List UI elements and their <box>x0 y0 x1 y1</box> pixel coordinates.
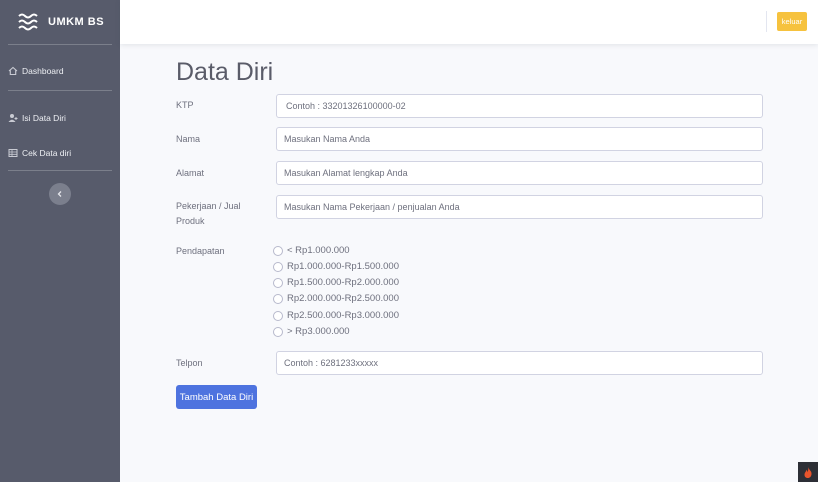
pekerjaan-label-line1: Pekerjaan / Jual <box>176 201 241 211</box>
pekerjaan-input[interactable]: Masukan Nama Pekerjaan / penjualan Anda <box>276 195 763 219</box>
pendapatan-option[interactable]: Rp1.500.000-Rp2.000.000 <box>273 277 399 288</box>
radio-button[interactable] <box>273 326 283 337</box>
sidebar-item-label: Dashboard <box>22 66 64 76</box>
radio-button[interactable] <box>273 261 283 272</box>
radio-label: > Rp3.000.000 <box>287 326 350 337</box>
pendapatan-option[interactable]: > Rp3.000.000 <box>273 326 350 337</box>
pendapatan-option[interactable]: Rp2.000.000-Rp2.500.000 <box>273 293 399 304</box>
alamat-input[interactable]: Masukan Alamat lengkap Anda <box>276 161 763 185</box>
pekerjaan-label-line2: Produk <box>176 216 205 226</box>
brand-name: UMKM BS <box>48 16 105 28</box>
sidebar-divider <box>8 170 112 171</box>
ktp-label: KTP <box>176 100 194 110</box>
home-icon <box>8 66 18 76</box>
chevron-left-icon <box>57 191 62 197</box>
page-title: Data Diri <box>176 58 274 86</box>
radio-button[interactable] <box>273 310 283 321</box>
brand[interactable]: UMKM BS <box>0 0 120 44</box>
pekerjaan-label: Pekerjaan / Jual Produk <box>176 199 241 229</box>
radio-button[interactable] <box>273 245 283 256</box>
radio-button[interactable] <box>273 277 283 288</box>
sidebar-toggle-button[interactable] <box>49 183 71 205</box>
waves-logo-icon <box>18 13 38 31</box>
sidebar: UMKM BS Dashboard Isi Data Diri Cek Data… <box>0 0 120 482</box>
pendapatan-label: Pendapatan <box>176 246 225 256</box>
pendapatan-option[interactable]: < Rp1.000.000 <box>273 245 350 256</box>
sidebar-item-label: Cek Data diri <box>22 148 72 158</box>
radio-button[interactable] <box>273 293 283 304</box>
sidebar-item-label: Isi Data Diri <box>22 113 66 123</box>
tambah-data-diri-button[interactable]: Tambah Data Diri <box>176 385 257 409</box>
alamat-label: Alamat <box>176 168 205 178</box>
radio-label: Rp2.500.000-Rp3.000.000 <box>287 310 399 321</box>
flame-icon <box>798 462 818 482</box>
telpon-input[interactable]: Contoh : 6281233xxxxx <box>276 351 763 375</box>
telpon-label: Telpon <box>176 358 203 368</box>
sidebar-item-isi-data-diri[interactable]: Isi Data Diri <box>0 113 66 123</box>
logout-button[interactable]: keluar <box>777 12 807 31</box>
topbar: keluar <box>120 0 818 44</box>
sidebar-divider <box>8 44 112 45</box>
sidebar-divider <box>8 90 112 91</box>
pendapatan-option[interactable]: Rp1.000.000-Rp1.500.000 <box>273 261 399 272</box>
topbar-divider <box>766 11 767 32</box>
radio-label: Rp1.000.000-Rp1.500.000 <box>287 261 399 272</box>
radio-label: < Rp1.000.000 <box>287 245 350 256</box>
table-icon <box>8 149 18 157</box>
nama-label: Nama <box>176 134 201 144</box>
user-plus-icon <box>8 114 18 122</box>
ktp-input[interactable]: Contoh : 33201326100000-02 <box>276 94 763 118</box>
sidebar-item-dashboard[interactable]: Dashboard <box>0 66 64 76</box>
radio-label: Rp1.500.000-Rp2.000.000 <box>287 277 399 288</box>
pendapatan-option[interactable]: Rp2.500.000-Rp3.000.000 <box>273 310 399 321</box>
nama-input[interactable]: Masukan Nama Anda <box>276 127 763 151</box>
radio-label: Rp2.000.000-Rp2.500.000 <box>287 293 399 304</box>
sidebar-item-cek-data-diri[interactable]: Cek Data diri <box>0 148 71 158</box>
flame-icon-svg <box>804 466 812 478</box>
